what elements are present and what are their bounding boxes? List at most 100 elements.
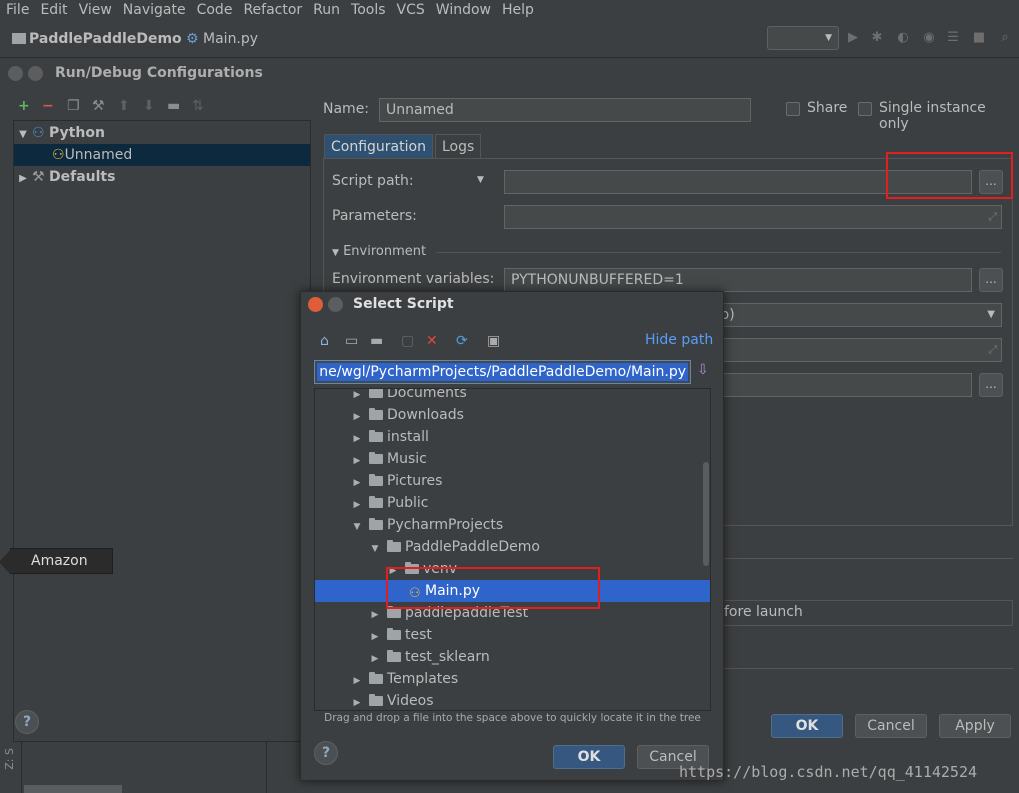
stop-icon[interactable]: ■ [972,31,986,45]
menu-item-code[interactable]: Code [197,2,233,18]
breadcrumb-project[interactable]: PaddlePaddleDemo [12,31,182,47]
path-mappings-field[interactable] [700,373,972,397]
tree-item-label: PaddlePaddleDemo [405,539,540,555]
tab-configuration[interactable]: Configuration [324,134,433,158]
new-folder-icon[interactable]: ▢ [401,333,414,349]
desktop-icon[interactable]: ▭ [345,333,358,349]
breadcrumb-file[interactable]: ⚙ Main.py [186,31,258,47]
tree-folder[interactable]: ▶ install [315,426,710,448]
tree-folder[interactable]: ▶ Templates [315,668,710,690]
tree-folder[interactable]: ▶ Public [315,492,710,514]
menu-item-help[interactable]: Help [502,2,534,18]
menu-item-run[interactable]: Run [313,2,340,18]
tree-folder[interactable]: ▶ test_sklearn [315,646,710,668]
show-hidden-icon[interactable]: ▣ [487,333,500,349]
collapsed-arrow-icon[interactable]: ▶ [369,604,381,626]
menu-item-file[interactable]: File [6,2,29,18]
project-folder-icon[interactable]: ▬ [370,333,383,349]
apply-button[interactable]: Apply [939,714,1011,738]
tree-folder[interactable]: ▼ PaddlePaddleDemo [315,536,710,558]
hide-path-link[interactable]: Hide path [645,332,713,348]
debug-icon[interactable]: ✱ [870,31,884,45]
help-button[interactable]: ? [15,710,39,734]
ok-button[interactable]: OK [771,714,843,738]
menu-item-edit[interactable]: Edit [40,2,67,18]
run-icon[interactable]: ▶ [846,31,860,45]
menu-item-navigate[interactable]: Navigate [123,2,186,18]
collapsed-arrow-icon[interactable]: ▶ [351,428,363,450]
search-everywhere-icon[interactable]: ⌕ [998,31,1012,45]
concurrency-icon[interactable]: ☰ [946,31,960,45]
refresh-icon[interactable]: ⟳ [456,333,468,349]
tree-folder[interactable]: ▼ PycharmProjects [315,514,710,536]
coverage-icon[interactable]: ◐ [896,31,910,45]
expand-icon[interactable]: ⤢ [988,206,997,228]
move-up-icon[interactable]: ⬆ [118,98,130,114]
collapsed-arrow-icon[interactable]: ▶ [351,494,363,516]
collapsed-arrow-icon[interactable]: ▶ [351,450,363,472]
edit-defaults-icon[interactable]: ⚒ [92,98,105,114]
collapsed-arrow-icon[interactable]: ▶ [351,670,363,692]
sort-icon[interactable]: ⇅ [192,98,204,114]
tree-folder[interactable]: ▶ Videos [315,690,710,710]
help-button[interactable]: ? [314,741,338,765]
tree-item-python[interactable]: ▼ ⚇ Python [14,122,310,144]
profile-icon[interactable]: ◉ [922,31,936,45]
tree-folder[interactable]: ▶ Pictures [315,470,710,492]
tree-item-unnamed[interactable]: ⚇Unnamed [14,144,310,166]
menu-item-vcs[interactable]: VCS [397,2,425,18]
tab-logs[interactable]: Logs [435,134,482,158]
menu-item-tools[interactable]: Tools [351,2,386,18]
expanded-arrow-icon: ▼ [332,248,339,258]
name-field[interactable]: Unnamed [379,98,751,122]
horizontal-scrollbar[interactable] [24,785,122,793]
cancel-button[interactable]: Cancel [855,714,927,738]
chevron-down-icon[interactable]: ▼ [477,175,484,185]
single-instance-checkbox[interactable] [858,102,872,116]
close-window-button[interactable] [308,297,323,312]
menu-item-refactor[interactable]: Refactor [243,2,302,18]
menu-item-view[interactable]: View [79,2,112,18]
path-input[interactable]: ne/wgl/PycharmProjects/PaddlePaddleDemo/… [314,360,691,384]
tree-folder[interactable]: ▶ Documents [315,389,710,404]
move-down-icon[interactable]: ⬇ [143,98,155,114]
copy-icon[interactable]: ❐ [67,98,80,114]
folder-icon[interactable]: ▬ [167,98,180,114]
interpreter-select[interactable]: mo)▼ [700,303,1002,327]
collapsed-arrow-icon[interactable]: ▶ [369,626,381,648]
share-checkbox[interactable] [786,102,800,116]
env-vars-browse-button[interactable]: ... [979,268,1003,292]
path-history-icon[interactable]: ⇩ [697,362,709,378]
menu-item-window[interactable]: Window [436,2,491,18]
expanded-arrow-icon[interactable]: ▼ [351,516,363,538]
collapsed-arrow-icon[interactable]: ▶ [351,472,363,494]
folder-icon [369,474,383,486]
collapsed-arrow-icon[interactable]: ▶ [369,648,381,670]
minimize-window-button[interactable] [328,297,343,312]
vertical-scrollbar[interactable] [703,462,709,566]
remove-icon[interactable]: − [42,98,54,114]
tree-item-defaults[interactable]: ▶ ⚒ Defaults [14,166,310,188]
environment-section[interactable]: ▼ Environment [332,244,426,259]
highlight-box [386,567,600,609]
tree-item-label: PycharmProjects [387,517,504,533]
tree-folder[interactable]: ▶ Downloads [315,404,710,426]
structure-tool-label[interactable]: Z: S [3,748,16,770]
tree-folder[interactable]: ▶ test [315,624,710,646]
env-vars-field[interactable]: PYTHONUNBUFFERED=1 [504,268,972,292]
path-mappings-browse-button[interactable]: ... [979,373,1003,397]
delete-icon[interactable]: ✕ [426,333,438,349]
expand-icon[interactable]: ⤢ [988,339,997,361]
run-config-selector[interactable]: ▼ [767,26,839,50]
collapsed-arrow-icon[interactable]: ▶ [351,406,363,428]
home-icon[interactable]: ⌂ [320,333,329,349]
expanded-arrow-icon[interactable]: ▼ [369,538,381,560]
tree-folder[interactable]: ▶ Music [315,448,710,470]
working-dir-field[interactable]: ⤢ [700,338,1002,362]
minimize-window-button[interactable] [28,66,43,81]
add-icon[interactable]: + [18,98,30,114]
close-window-button[interactable] [8,66,23,81]
parameters-field[interactable]: ⤢ [504,205,1002,229]
select-ok-button[interactable]: OK [553,745,625,769]
collapsed-arrow-icon[interactable]: ▶ [351,692,363,710]
